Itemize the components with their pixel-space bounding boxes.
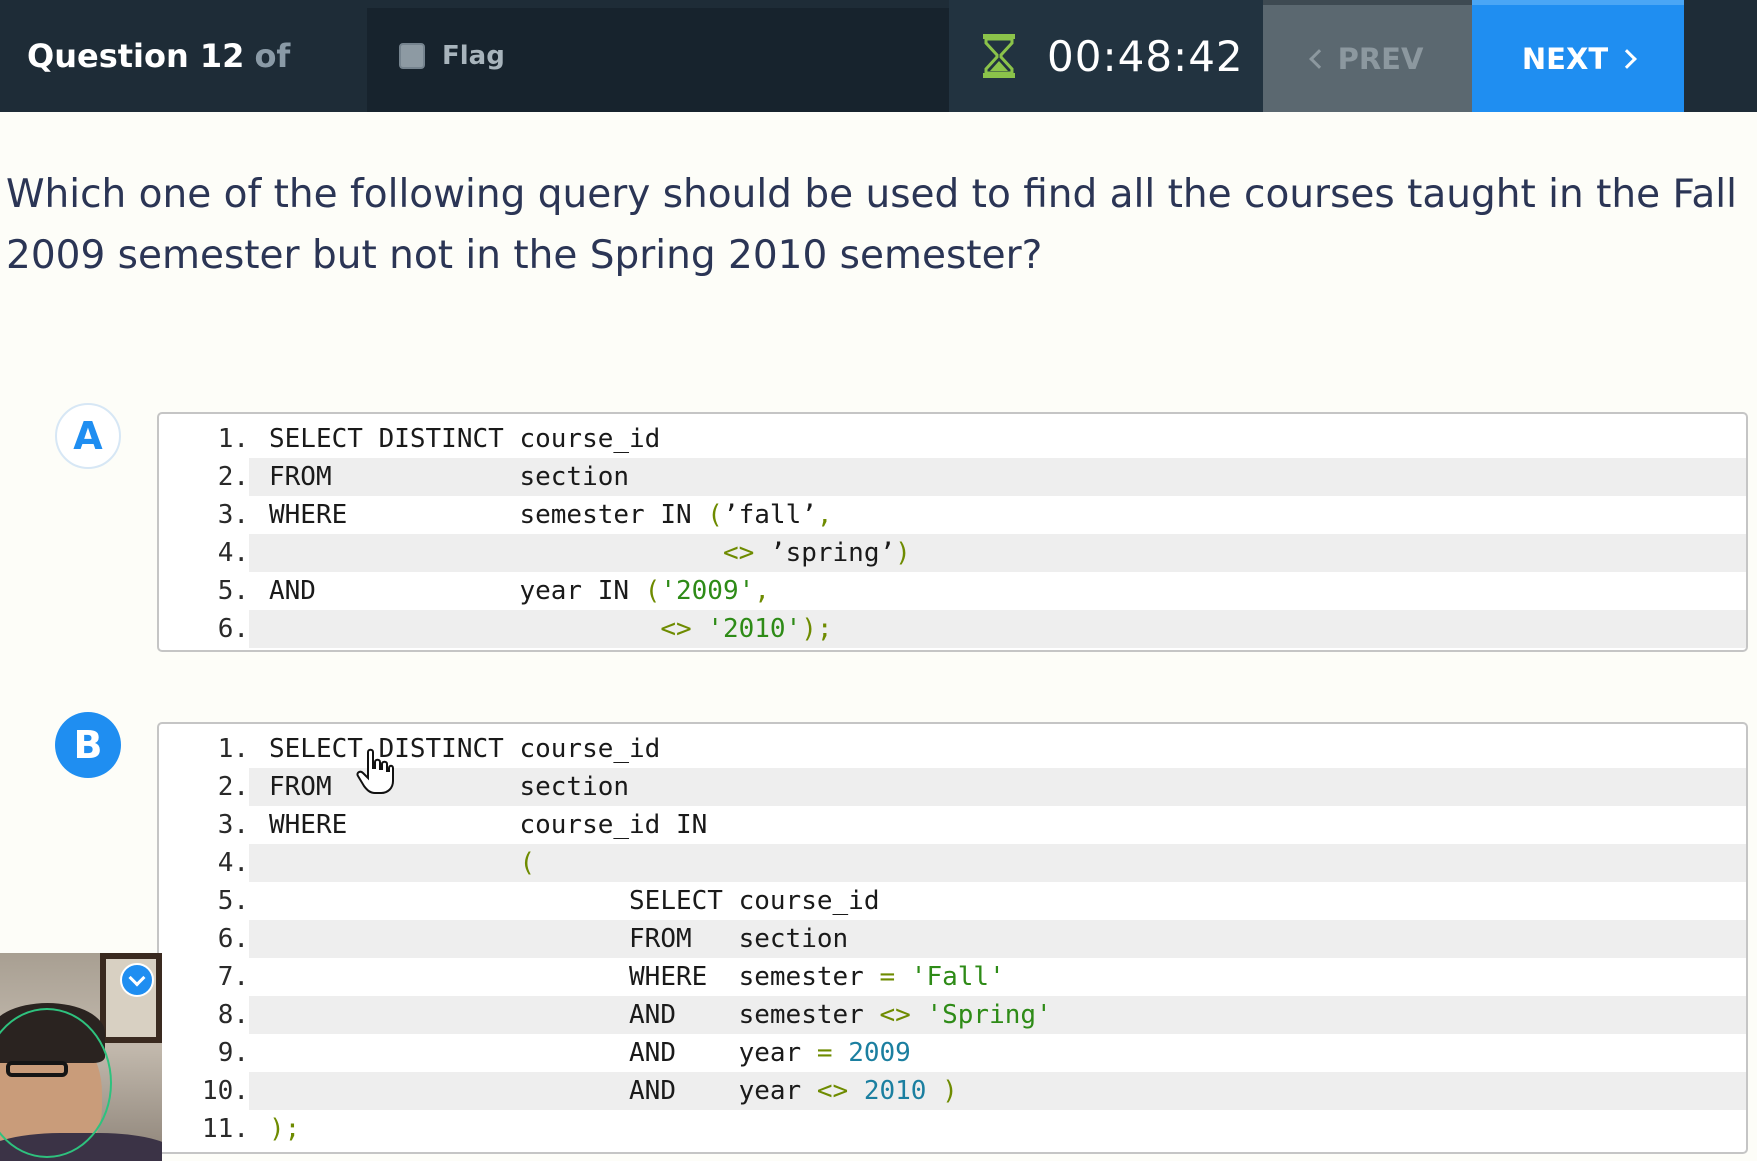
flag-checkbox[interactable] xyxy=(399,43,425,69)
question-of: of xyxy=(254,37,291,75)
timer: 00:48:42 xyxy=(949,0,1263,112)
code-line: 4. <> ’spring’) xyxy=(159,534,1746,572)
hourglass-icon xyxy=(983,34,1015,78)
next-label: NEXT xyxy=(1521,41,1609,76)
code-line: 2. FROM section xyxy=(159,768,1746,806)
option-a-code[interactable]: 1. SELECT DISTINCT course_id 2. FROM secti… xyxy=(157,412,1748,652)
code-line: 6. <> '2010'); xyxy=(159,610,1746,648)
code-line: 11.); xyxy=(202,1114,301,1144)
code-line: 2. FROM section xyxy=(159,458,1746,496)
code-line: 7. WHERE semester = 'Fall' xyxy=(217,962,1005,992)
code-line: 3. WHERE course_id IN xyxy=(217,810,708,840)
webcam-preview xyxy=(0,953,162,1161)
question-number: Question 12 of xyxy=(27,37,291,75)
timer-value: 00:48:42 xyxy=(1047,31,1244,81)
question-text: Which one of the following query should … xyxy=(6,172,1737,278)
flag-label[interactable]: Flag xyxy=(442,41,505,71)
option-b-radio[interactable]: B xyxy=(55,712,121,778)
check-badge-icon xyxy=(120,963,154,997)
prev-label: PREV xyxy=(1337,41,1424,76)
code-line: 6. FROM section xyxy=(159,920,1746,958)
hand-cursor-icon xyxy=(356,748,394,794)
code-line: 5. AND year IN ('2009', xyxy=(217,576,770,606)
question-counter: Question 12 of xyxy=(0,0,367,112)
chevron-left-icon xyxy=(1308,48,1329,69)
next-button[interactable]: NEXT xyxy=(1472,0,1684,112)
option-a-radio[interactable]: A xyxy=(55,403,121,469)
code-line: 5. SELECT course_id xyxy=(217,886,880,916)
flag-area: Flag xyxy=(367,8,949,112)
code-line: 3. WHERE semester IN (’fall’, xyxy=(217,500,833,530)
code-line: 8. AND semester <> 'Spring' xyxy=(159,996,1746,1034)
code-line: 4. ( xyxy=(159,844,1746,882)
chevron-right-icon xyxy=(1617,48,1638,69)
code-line: 1. SELECT DISTINCT course_id xyxy=(217,734,661,764)
prev-button[interactable]: PREV xyxy=(1263,0,1472,112)
code-line: 9. AND year = 2009 xyxy=(217,1038,911,1068)
code-line: 1. SELECT DISTINCT course_id xyxy=(217,424,661,454)
code-line: 10. AND year <> 2010 ) xyxy=(159,1072,1746,1110)
